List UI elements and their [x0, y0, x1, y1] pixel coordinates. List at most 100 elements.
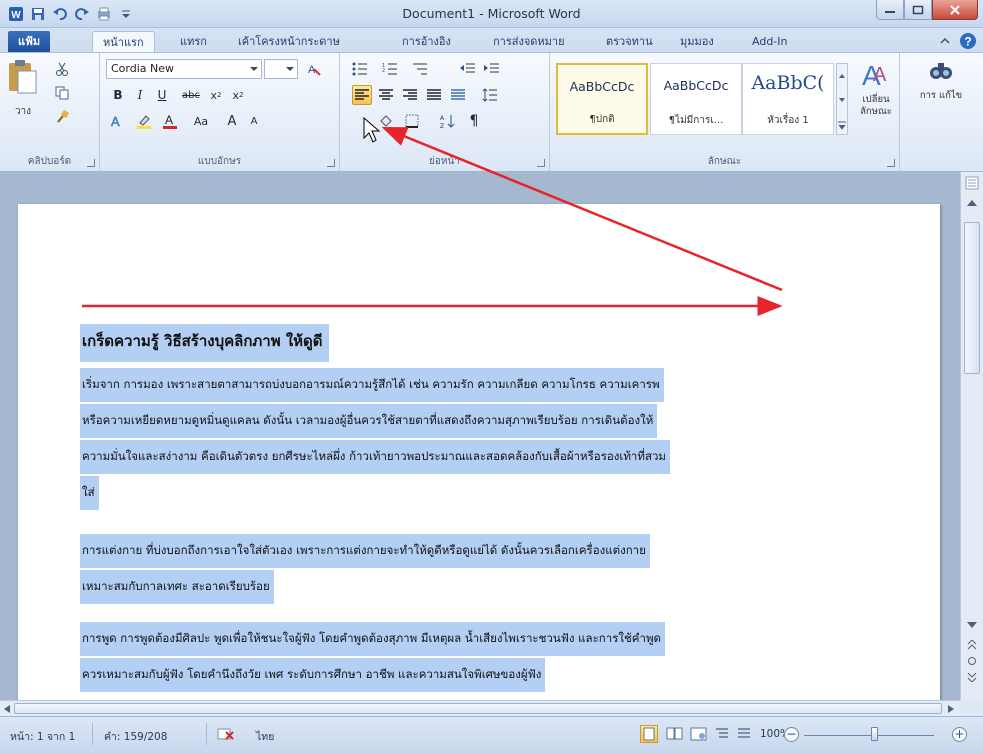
zoom-out-icon[interactable]: −	[784, 727, 799, 742]
tab-references[interactable]: การอ้างอิง	[392, 31, 461, 52]
subscript-icon[interactable]: x2	[206, 85, 226, 105]
paragraph-line[interactable]: การแต่งกาย ที่บ่งบอกถึงการเอาใจใส่ตัวเอง…	[80, 534, 650, 568]
paragraph-line[interactable]: หรือความเหยียดหยามดูหมิ่นดูแคลน ดังนั้น …	[80, 404, 658, 438]
zoom-in-icon[interactable]: +	[952, 727, 967, 742]
grow-font-icon[interactable]: A	[222, 111, 242, 131]
tab-review[interactable]: ตรวจทาน	[596, 31, 663, 52]
close-button[interactable]	[932, 0, 978, 20]
text-effects-icon[interactable]: A	[108, 111, 128, 131]
format-painter-icon[interactable]	[52, 107, 72, 127]
proofing-error-icon[interactable]	[216, 725, 236, 743]
paragraph-launcher[interactable]	[537, 159, 545, 167]
style-normal[interactable]: AaBbCcDc ¶ปกติ	[556, 63, 648, 135]
clipboard-group-label: คลิปบอร์ด	[27, 156, 72, 167]
tab-add-in[interactable]: Add-In	[742, 31, 797, 52]
copy-icon[interactable]	[52, 83, 72, 103]
scroll-down-icon[interactable]	[967, 622, 977, 628]
document-page[interactable]: เกร็ดความรู้ วิธีสร้างบุคลิกภาพ ให้ดูดี …	[18, 204, 940, 700]
paragraph-group-label: ย่อหน้า	[429, 156, 460, 167]
change-styles-button[interactable]: AA เปลี่ยน ลักษณะ	[854, 57, 898, 147]
clear-formatting-icon[interactable]: A	[304, 59, 324, 79]
tab-home[interactable]: หน้าแรก	[92, 31, 155, 52]
outline-view-icon[interactable]	[714, 726, 730, 742]
change-case-icon[interactable]: Aa	[188, 111, 214, 131]
tab-insert[interactable]: แทรก	[170, 31, 217, 52]
tab-file[interactable]: แฟ้ม	[8, 31, 51, 52]
editing-label: การ แก้ไข	[919, 90, 963, 101]
status-bar: หน้า: 1 จาก 1 คำ: 159/208 ไทย 100% − +	[0, 716, 983, 753]
zoom-slider-track[interactable]	[804, 735, 934, 736]
horizontal-scroll-thumb[interactable]	[14, 703, 942, 714]
line-spacing-icon[interactable]	[480, 85, 500, 105]
decrease-indent-icon[interactable]	[458, 59, 478, 79]
bold-icon[interactable]: B	[108, 85, 128, 105]
paragraph-line[interactable]: ความมั่นใจและสง่างาม คือเดินตัวตรง ยกศีร…	[80, 440, 671, 474]
style-no-spacing[interactable]: AaBbCcDc ¶ไม่มีการเ...	[650, 63, 742, 135]
ruler-toggle-icon[interactable]	[965, 176, 979, 190]
horizontal-scrollbar[interactable]	[0, 700, 960, 716]
multilevel-list-icon[interactable]	[410, 59, 430, 79]
vertical-scrollbar[interactable]	[960, 172, 983, 700]
style-no-spacing-name: ¶ไม่มีการเ...	[668, 115, 724, 126]
italic-icon[interactable]: I	[130, 85, 150, 105]
svg-text:A: A	[165, 113, 173, 127]
vertical-scroll-thumb[interactable]	[964, 222, 980, 374]
zoom-slider-thumb[interactable]	[871, 727, 878, 741]
shrink-font-icon[interactable]: A	[244, 111, 264, 131]
paste-button[interactable]: วาง	[6, 59, 40, 121]
shading-icon[interactable]	[376, 111, 396, 131]
font-color-icon[interactable]: A	[160, 111, 180, 131]
next-page-icon[interactable]	[967, 672, 977, 682]
print-layout-view-icon[interactable]	[640, 725, 658, 743]
cut-icon[interactable]	[52, 59, 72, 79]
underline-icon[interactable]: U	[152, 85, 172, 105]
align-center-icon[interactable]	[376, 85, 396, 105]
paragraph-line[interactable]: การพูด การพูดต้องมีศิลปะ พูดเพื่อให้ชนะใ…	[80, 622, 665, 656]
numbering-icon[interactable]: 12	[380, 59, 400, 79]
page-count[interactable]: หน้า: 1 จาก 1	[10, 728, 75, 745]
thai-distributed-icon[interactable]	[448, 85, 468, 105]
language-indicator[interactable]: ไทย	[256, 728, 274, 745]
help-icon[interactable]: ?	[959, 32, 977, 50]
highlight-icon[interactable]	[134, 111, 154, 131]
borders-icon[interactable]	[402, 111, 422, 131]
align-left-button[interactable]	[352, 85, 372, 105]
show-formatting-marks-icon[interactable]: ¶	[464, 111, 484, 131]
scroll-up-icon[interactable]	[967, 200, 977, 206]
word-count[interactable]: คำ: 159/208	[104, 728, 167, 745]
font-name-combo[interactable]: Cordia New	[106, 59, 262, 79]
align-right-icon[interactable]	[400, 85, 420, 105]
paragraph-line[interactable]: เหมาะสมกับกาลเทศะ สะอาดเรียบร้อย	[80, 570, 274, 604]
web-layout-icon[interactable]	[690, 726, 708, 742]
font-size-combo[interactable]	[264, 59, 298, 79]
draft-view-icon[interactable]	[736, 726, 752, 742]
previous-page-icon[interactable]	[967, 640, 977, 650]
clipboard-launcher[interactable]	[87, 159, 95, 167]
style-heading-1[interactable]: AaBbC( หัวเรื่อง 1	[742, 63, 834, 135]
editing-button[interactable]: การ แก้ไข	[908, 57, 974, 147]
bullets-icon[interactable]	[350, 59, 370, 79]
scroll-right-icon[interactable]	[947, 704, 955, 714]
window-title: Document1 - Microsoft Word	[402, 6, 581, 21]
minimize-ribbon-icon[interactable]	[939, 35, 951, 47]
font-launcher[interactable]	[327, 159, 335, 167]
tab-view[interactable]: มุมมอง	[670, 31, 724, 52]
scroll-left-icon[interactable]	[3, 704, 11, 714]
superscript-icon[interactable]: x2	[228, 85, 248, 105]
full-screen-reading-icon[interactable]	[666, 726, 684, 742]
paragraph-line[interactable]: ควรเหมาะสมกับผู้ฟัง โดยคำนึงถึงวัย เพศ ร…	[80, 658, 546, 692]
tab-page-layout[interactable]: เค้าโครงหน้ากระดาษ	[228, 31, 350, 52]
styles-gallery-scroll[interactable]	[836, 63, 848, 135]
justify-icon[interactable]	[424, 85, 444, 105]
styles-launcher[interactable]	[887, 159, 895, 167]
strikethrough-icon[interactable]: abc	[178, 85, 204, 105]
paragraph-line[interactable]: เริ่มจาก การมอง เพราะสายตาสามารถบ่งบอกอา…	[80, 368, 664, 402]
increase-indent-icon[interactable]	[482, 59, 502, 79]
browse-object-icon[interactable]	[967, 656, 977, 666]
document-heading[interactable]: เกร็ดความรู้ วิธีสร้างบุคลิกภาพ ให้ดูดี	[80, 324, 329, 362]
paragraph-line[interactable]: ใส่	[80, 476, 99, 510]
maximize-button[interactable]	[904, 0, 932, 20]
minimize-button[interactable]	[876, 0, 904, 20]
sort-icon[interactable]: AZ	[438, 111, 458, 131]
tab-mailings[interactable]: การส่งจดหมาย	[483, 31, 575, 52]
